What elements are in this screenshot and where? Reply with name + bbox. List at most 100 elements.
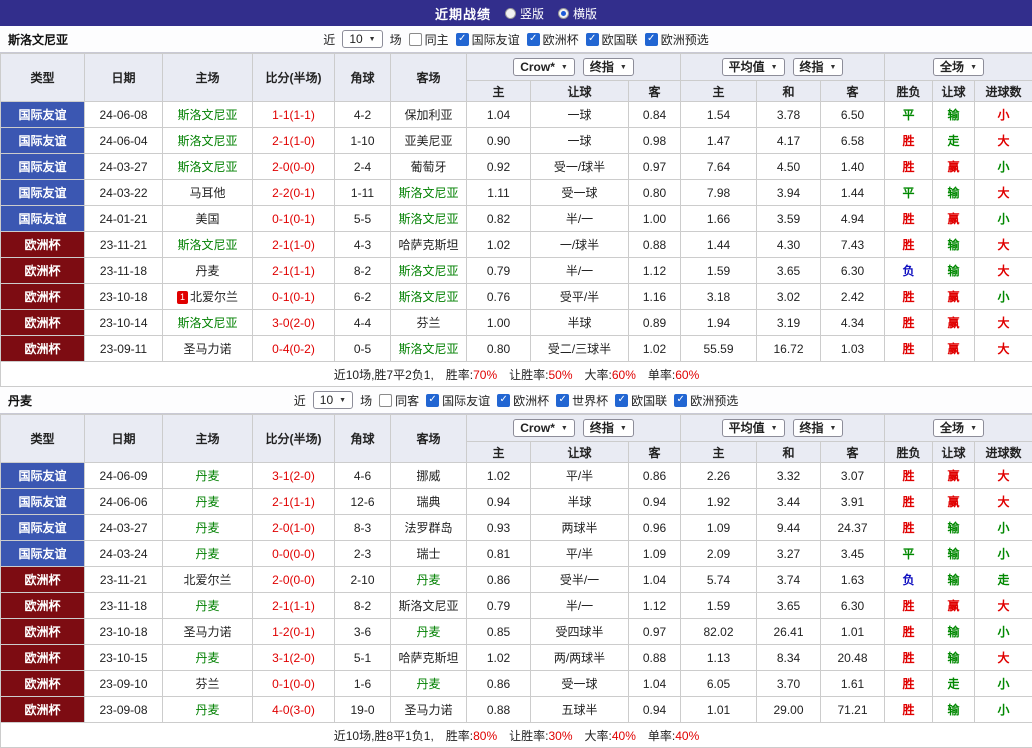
filter-checkbox-label: 国际友谊 xyxy=(442,393,491,408)
ah-line: 半球 xyxy=(530,488,629,515)
filter-checkbox[interactable]: ✓ 欧洲预选 xyxy=(644,31,709,48)
home-team-cell[interactable]: 1 北爱尔兰 xyxy=(162,283,253,310)
home-team-cell[interactable]: 芬兰 xyxy=(162,670,253,697)
layout-radio-horizontal[interactable]: 横版 xyxy=(558,5,597,22)
result-wdl: 胜 xyxy=(884,335,934,362)
ah-line: 受一球 xyxy=(530,670,629,697)
result-handicap: 赢 xyxy=(932,283,976,310)
odds-stage-select[interactable]: 终指 ▼ xyxy=(582,58,634,76)
away-team-cell[interactable]: 亚美尼亚 xyxy=(390,127,467,154)
away-team-cell[interactable]: 斯洛文尼亚 xyxy=(390,335,467,362)
away-team-cell[interactable]: 哈萨克斯坦 xyxy=(390,644,467,671)
away-team-cell[interactable]: 斯洛文尼亚 xyxy=(390,179,467,206)
away-team-cell[interactable]: 瑞典 xyxy=(390,488,467,515)
result-handicap: 赢 xyxy=(932,205,976,232)
home-team-cell[interactable]: 美国 xyxy=(162,205,253,232)
stat-value: 40% xyxy=(611,728,636,743)
away-team-cell[interactable]: 丹麦 xyxy=(390,566,467,593)
ah-line: 受一/球半 xyxy=(530,153,629,180)
corner-count: 2-10 xyxy=(334,566,391,593)
away-team-cell[interactable]: 法罗群岛 xyxy=(390,514,467,541)
ah-away-odds: 0.97 xyxy=(628,618,681,645)
avg-stage-select[interactable]: 终指 ▼ xyxy=(792,58,844,76)
away-team-cell[interactable]: 哈萨克斯坦 xyxy=(390,231,467,258)
filter-checkbox[interactable]: ✓ 国际友谊 xyxy=(426,392,490,409)
scope-select[interactable]: 全场 ▼ xyxy=(933,58,984,76)
ah-line: 五球半 xyxy=(530,696,629,723)
home-team-cell[interactable]: 丹麦 xyxy=(162,644,253,671)
filter-checkbox[interactable]: ✓ 世界杯 xyxy=(556,392,608,409)
score: 0-1(0-0) xyxy=(252,670,335,697)
away-team-cell[interactable]: 斯洛文尼亚 xyxy=(390,283,467,310)
match-row: 国际友谊 24-03-27 丹麦 2-0(1-0) 8-3 法罗群岛 0.93 两球半 0.96… xyxy=(0,514,1032,541)
away-team-cell[interactable]: 挪威 xyxy=(390,462,467,489)
bookmaker-select[interactable]: Crow* ▼ xyxy=(513,419,575,437)
away-team-name: 哈萨克斯坦 xyxy=(398,238,459,252)
recent-count-select[interactable]: 10 ▼ xyxy=(342,30,383,48)
column-header: 主场 xyxy=(162,414,253,463)
away-team-cell[interactable]: 丹麦 xyxy=(390,618,467,645)
average-select[interactable]: 平均值 ▼ xyxy=(721,58,785,76)
home-team-cell[interactable]: 圣马力诺 xyxy=(162,335,253,362)
radio-icon xyxy=(558,7,569,19)
result-handicap: 赢 xyxy=(932,153,976,180)
home-team-cell[interactable]: 斯洛文尼亚 xyxy=(162,231,253,258)
bookmaker-select[interactable]: Crow* ▼ xyxy=(513,58,575,76)
result-goals: 大 xyxy=(974,462,1032,489)
filter-checkbox[interactable]: ✓ 欧洲杯 xyxy=(497,392,549,409)
away-team-cell[interactable]: 斯洛文尼亚 xyxy=(390,257,467,284)
match-row: 欧洲杯 23-10-18 1 北爱尔兰 0-1(0-1) 6-2 斯洛文尼亚 0.76 受平/半… xyxy=(0,283,1032,310)
home-team-cell[interactable]: 丹麦 xyxy=(162,462,253,489)
home-team-cell[interactable]: 斯洛文尼亚 xyxy=(162,153,253,180)
away-team-cell[interactable]: 斯洛文尼亚 xyxy=(390,592,467,619)
home-team-cell[interactable]: 丹麦 xyxy=(162,696,253,723)
result-wdl: 胜 xyxy=(884,514,934,541)
away-team-cell[interactable]: 瑞士 xyxy=(390,540,467,567)
home-team-cell[interactable]: 北爱尔兰 xyxy=(162,566,253,593)
home-team-cell[interactable]: 斯洛文尼亚 xyxy=(162,309,253,336)
recent-count-select[interactable]: 10 ▼ xyxy=(312,391,354,409)
home-team-cell[interactable]: 马耳他 xyxy=(162,179,253,206)
home-team-cell[interactable]: 丹麦 xyxy=(162,488,253,515)
ah-away-odds: 1.12 xyxy=(628,592,681,619)
away-team-cell[interactable]: 芬兰 xyxy=(390,309,467,336)
home-team-cell[interactable]: 圣马力诺 xyxy=(162,618,253,645)
away-team-cell[interactable]: 葡萄牙 xyxy=(390,153,467,180)
layout-radio-vertical[interactable]: 竖版 xyxy=(504,5,544,22)
home-team-cell[interactable]: 斯洛文尼亚 xyxy=(162,101,253,128)
home-team-cell[interactable]: 丹麦 xyxy=(162,540,253,567)
summary-stat: 胜率:80% xyxy=(446,729,497,743)
team-title: 丹麦 xyxy=(8,393,33,408)
filter-checkbox[interactable]: ✓ 欧国联 xyxy=(615,392,667,409)
sub-column-header: 主 xyxy=(466,80,531,102)
result-wdl: 平 xyxy=(884,101,934,128)
away-team-cell[interactable]: 保加利亚 xyxy=(390,101,467,128)
corner-count: 5-1 xyxy=(334,644,391,671)
home-team-cell[interactable]: 丹麦 xyxy=(162,592,253,619)
odds-stage-select[interactable]: 终指 ▼ xyxy=(582,419,634,437)
scope-select[interactable]: 全场 ▼ xyxy=(933,419,984,437)
away-team-cell[interactable]: 圣马力诺 xyxy=(390,696,467,723)
chevron-down-icon: ▼ xyxy=(619,425,627,432)
away-team-cell[interactable]: 丹麦 xyxy=(390,670,467,697)
filter-checkbox[interactable]: ✓ 欧洲杯 xyxy=(526,31,579,48)
average-select[interactable]: 平均值 ▼ xyxy=(721,419,785,437)
home-team-cell[interactable]: 丹麦 xyxy=(162,257,253,284)
home-team-cell[interactable]: 丹麦 xyxy=(162,514,253,541)
home-team-name: 斯洛文尼亚 xyxy=(177,238,238,252)
stat-value: 80% xyxy=(473,728,498,743)
ah-line: 受一球 xyxy=(530,179,629,206)
filter-checkbox[interactable]: ✓ 欧洲预选 xyxy=(674,392,738,409)
filter-checkbox[interactable]: ✓ 国际友谊 xyxy=(455,31,520,48)
home-team-cell[interactable]: 斯洛文尼亚 xyxy=(162,127,253,154)
filter-checkbox[interactable]: 同客 xyxy=(379,392,419,409)
away-team-cell[interactable]: 斯洛文尼亚 xyxy=(390,205,467,232)
ah-home-odds: 1.11 xyxy=(466,179,531,206)
filter-checkbox[interactable]: ✓ 欧国联 xyxy=(585,31,638,48)
ah-away-odds: 0.97 xyxy=(628,153,681,180)
avg-stage-select[interactable]: 终指 ▼ xyxy=(792,419,844,437)
filter-checkbox[interactable]: 同主 xyxy=(408,31,449,48)
result-goals: 小 xyxy=(974,540,1032,567)
eu-draw-odds: 8.34 xyxy=(756,644,821,671)
result-goals: 大 xyxy=(974,592,1032,619)
